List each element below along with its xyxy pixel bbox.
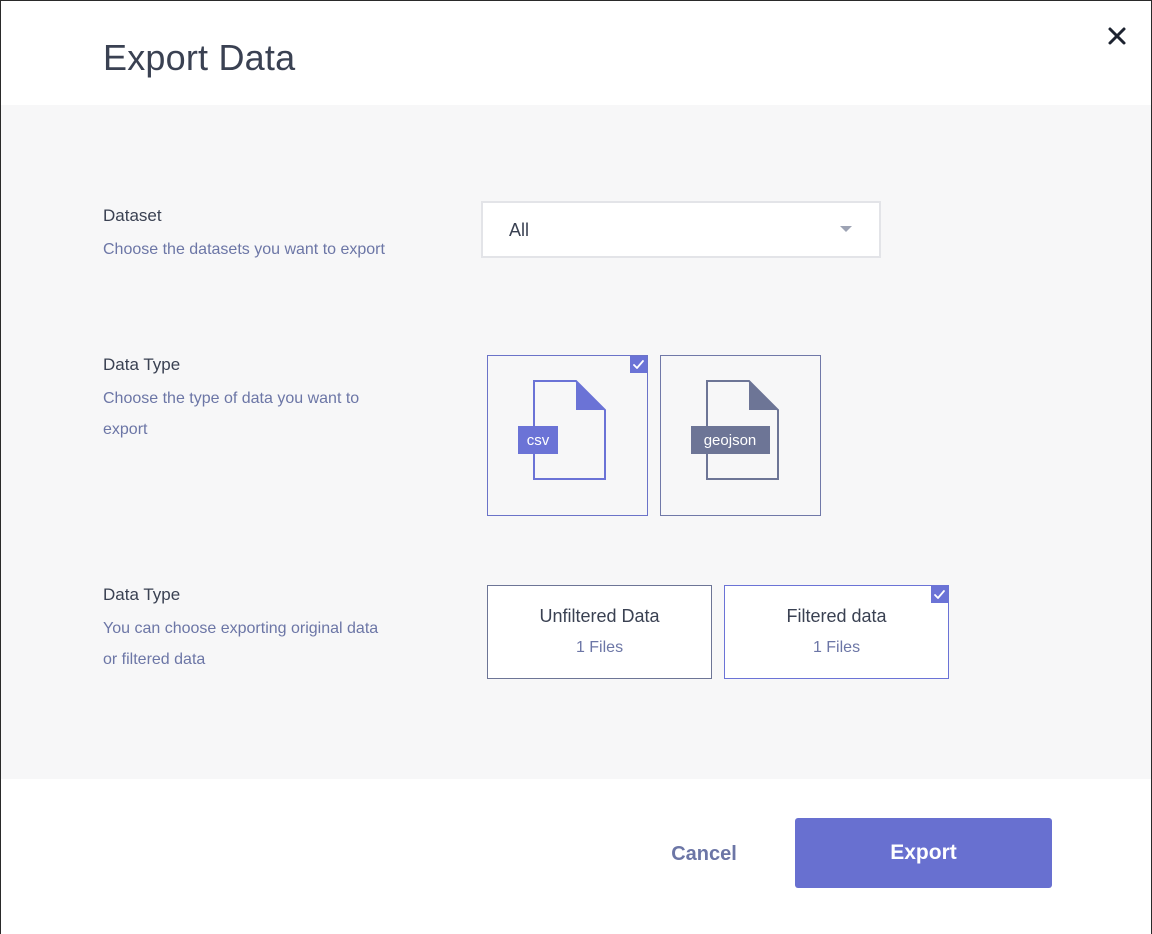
filtered-check-badge bbox=[931, 586, 948, 603]
export-data-modal: Export Data Dataset Choose the datasets … bbox=[0, 0, 1152, 934]
cancel-button[interactable]: Cancel bbox=[641, 819, 767, 889]
modal-body: Dataset Choose the datasets you want to … bbox=[1, 105, 1151, 779]
dataset-select[interactable]: All bbox=[481, 201, 881, 258]
data-type-section-label: Data Type Choose the type of data you wa… bbox=[103, 355, 403, 445]
filtered-data-title: Filtered data bbox=[786, 606, 887, 626]
geojson-label: geojson bbox=[704, 432, 757, 449]
close-icon bbox=[1108, 27, 1126, 45]
modal-footer: Cancel Export bbox=[1, 779, 1151, 934]
checkmark-icon bbox=[633, 360, 644, 369]
csv-file-icon: csv bbox=[518, 380, 606, 480]
checkmark-icon bbox=[934, 590, 945, 599]
data-type-description: Choose the type of data you want to expo… bbox=[103, 390, 360, 438]
filter-description: You can choose exporting original data o… bbox=[103, 620, 379, 668]
unfiltered-data-count: 1 Files bbox=[575, 639, 624, 656]
caret-down-icon bbox=[840, 226, 852, 232]
csv-option-card[interactable]: csv bbox=[487, 355, 648, 516]
data-type-label: Data Type bbox=[103, 355, 181, 374]
csv-check-badge bbox=[630, 356, 647, 373]
unfiltered-data-title: Unfiltered Data bbox=[539, 606, 660, 626]
csv-label: csv bbox=[527, 432, 550, 449]
dataset-section-label: Dataset Choose the datasets you want to … bbox=[103, 206, 403, 265]
geojson-option-card[interactable]: geojson bbox=[660, 355, 821, 516]
filtered-data-count: 1 Files bbox=[812, 639, 861, 656]
unfiltered-data-card[interactable]: Unfiltered Data 1 Files bbox=[487, 585, 712, 679]
dataset-select-value: All bbox=[509, 220, 530, 240]
filter-label: Data Type bbox=[103, 585, 181, 604]
modal-header: Export Data bbox=[1, 1, 1151, 105]
dataset-label: Dataset bbox=[103, 206, 162, 225]
filter-section-label: Data Type You can choose exporting origi… bbox=[103, 585, 403, 675]
modal-title: Export Data bbox=[103, 37, 296, 78]
close-button[interactable] bbox=[1099, 19, 1135, 55]
geojson-file-icon: geojson bbox=[691, 380, 779, 480]
filtered-data-card[interactable]: Filtered data 1 Files bbox=[724, 585, 949, 679]
dataset-description: Choose the datasets you want to export bbox=[103, 241, 385, 258]
export-button[interactable]: Export bbox=[795, 818, 1052, 888]
